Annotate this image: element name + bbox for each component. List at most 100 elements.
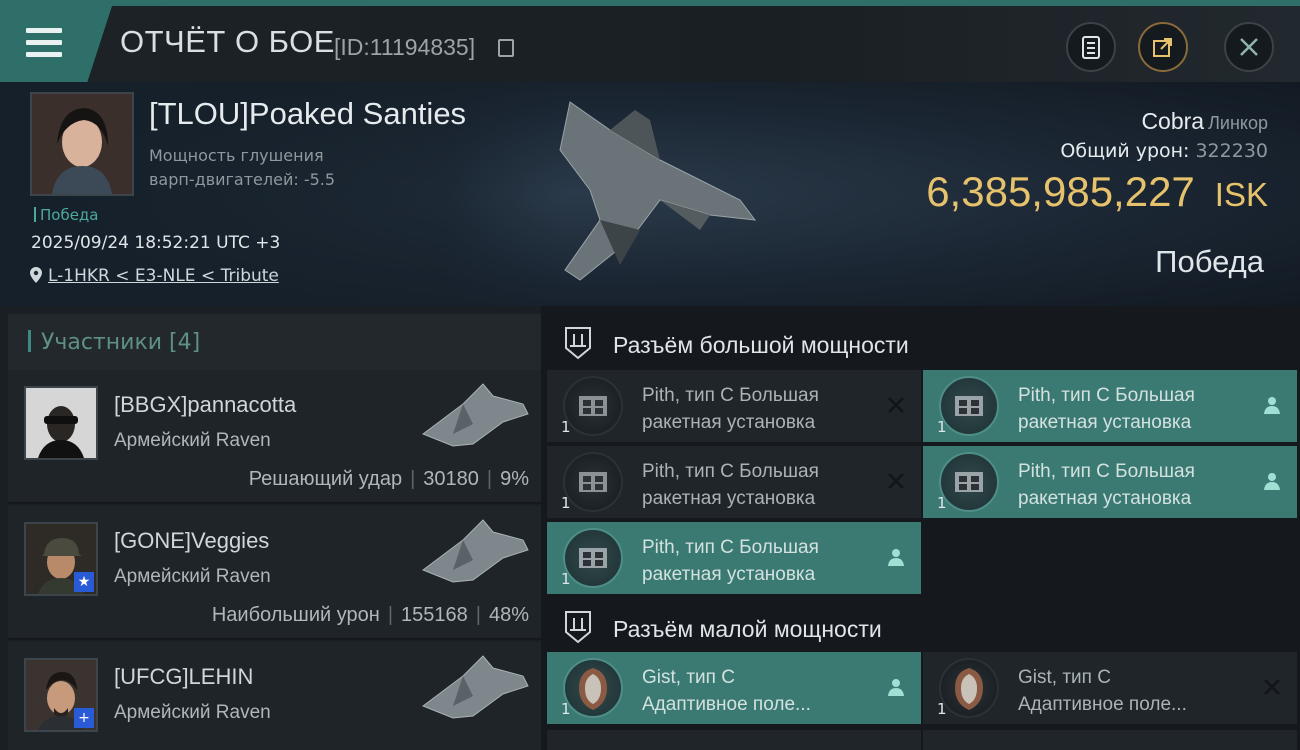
isk-amount: 6,385,985,227 [926,168,1195,215]
star-badge-icon: ★ [74,572,94,592]
launcher-icon-art [579,472,607,492]
participants-count: Участники [4] [28,330,200,355]
ship-name: Cobra [1141,108,1205,134]
participant-role: Наибольший урон [211,604,380,626]
fittings-panel: Разъём большой мощности 1 Pith, тип C Бо… [541,306,1300,750]
participant-ship-image [421,383,529,447]
module-qty: 1 [937,494,947,512]
person-icon [888,679,904,696]
participant-percent: 48% [488,604,529,626]
module-item[interactable]: 1 Pith, тип C Большая ракетная установка [547,522,921,594]
module-name-line1: Pith, тип C Большая [1018,461,1195,482]
warp-jam-strength: Мощность глушения варп-двигателей: -5.5 [149,144,335,192]
total-damage-value: 322230 [1195,140,1268,162]
module-qty: 1 [561,570,571,588]
kill-location[interactable]: L-1HKR < E3-NLE < Tribute [30,266,279,286]
person-icon [1264,397,1280,414]
victim-name[interactable]: [TLOU]Poaked Santies [149,96,466,132]
module-name: Pith, тип C Большая ракетная установка [1018,458,1248,512]
participant-ship: Армейский Raven [114,430,271,451]
participants-header[interactable]: Участники [4] [8,314,541,372]
high-slot-icon [565,327,591,360]
participant-stats: Решающий удар | 30180 | 9% [248,468,529,490]
avatar-image [26,388,96,458]
module-name-line2: ракетная установка [642,488,816,509]
location-link[interactable]: L-1HKR < E3-NLE < Tribute [48,266,279,286]
launcher-icon [563,376,623,436]
destroyed-icon [888,473,904,489]
module-name: Gist, тип C Адаптивное поле... [1018,664,1248,718]
participant-ship: Армейский Raven [114,702,271,723]
module-name-line2: ракетная установка [1018,488,1192,509]
participant-damage: 30180 [423,468,479,490]
module-name-line1: Pith, тип C Большая [1018,385,1195,406]
participant-name: [GONE]Veggies [114,528,270,553]
participant-card[interactable]: [BBGX]pannacotta Армейский Raven Решающи… [8,370,541,504]
destroyed-icon [888,397,904,413]
destroyed-icon [1264,679,1280,695]
result-tag: Победа [34,206,99,224]
participant-name: [UFCG]LEHIN [114,664,254,689]
share-icon [1153,38,1172,57]
ship-class: Линкор [1208,113,1268,133]
plus-badge-icon: + [74,708,94,728]
avatar[interactable]: ★ [24,522,98,596]
module-name-line2: Адаптивное поле... [642,694,811,715]
participant-card[interactable]: + [UFCG]LEHIN Армейский Raven [8,642,541,750]
module-item[interactable] [923,730,1297,750]
victim-ship: Cobra Линкор [1141,108,1268,135]
clipboard-icon [1082,36,1100,59]
module-name-line2: ракетная установка [642,564,816,585]
participant-ship: Армейский Raven [114,566,271,587]
launcher-icon-art [955,396,983,416]
module-name: Gist, тип C Адаптивное поле... [642,664,872,718]
module-item[interactable]: 1 Pith, тип C Большая ракетная установка [547,446,921,518]
participant-damage: 155168 [401,604,468,626]
module-qty: 1 [561,418,571,436]
module-qty: 1 [937,418,947,436]
victim-avatar[interactable] [30,92,134,196]
armor-hardener-icon [939,658,999,718]
participant-role: Решающий удар [248,468,403,490]
avatar[interactable] [24,386,98,460]
module-name: Pith, тип C Большая ракетная установка [642,534,872,588]
module-item[interactable] [547,730,921,750]
launcher-icon-art [955,472,983,492]
module-item[interactable]: 1 Pith, тип C Большая ракетная установка [923,446,1297,518]
module-qty: 1 [937,700,947,718]
module-name: Pith, тип C Большая ракетная установка [1018,382,1248,436]
hamburger-menu-icon [26,28,62,33]
person-icon [1264,473,1280,490]
top-bar: ОТЧЁТ О БОЕ [ID:11194835] [0,0,1300,82]
participant-name: [BBGX]pannacotta [114,392,297,417]
close-icon [1240,38,1258,56]
launcher-icon-art [579,548,607,568]
location-pin-icon [30,267,42,283]
launcher-icon [939,376,999,436]
armor-hardener-icon [563,658,623,718]
module-qty: 1 [561,700,571,718]
avatar[interactable]: + [24,658,98,732]
kill-datetime: 2025/09/24 18:52:21 UTC +3 [31,233,281,253]
armor-hardener-icon-art [955,668,983,710]
participant-card[interactable]: ★ [GONE]Veggies Армейский Raven Наибольш… [8,506,541,640]
clipboard-button[interactable] [1066,22,1116,72]
launcher-icon [563,452,623,512]
launcher-icon-art [579,396,607,416]
high-slot-header: Разъём большой мощности [541,312,1300,370]
copy-icon[interactable] [498,39,514,57]
total-damage: Общий урон: 322230 [1060,140,1268,162]
share-button[interactable] [1138,22,1188,72]
close-button[interactable] [1224,22,1274,72]
module-name-line2: ракетная установка [1018,412,1192,433]
launcher-icon [563,528,623,588]
module-item[interactable]: 1 Pith, тип C Большая ракетная установка [923,370,1297,442]
module-item[interactable]: 1 Gist, тип C Адаптивное поле... [547,652,921,724]
isk-unit: ISK [1214,176,1268,213]
launcher-icon [939,452,999,512]
low-slot-title: Разъём малой мощности [613,616,882,642]
module-item[interactable]: 1 Gist, тип C Адаптивное поле... [923,652,1297,724]
module-item[interactable]: 1 Pith, тип C Большая ракетная установка [547,370,921,442]
module-name-line1: Pith, тип C Большая [642,537,819,558]
menu-button[interactable] [0,6,112,82]
